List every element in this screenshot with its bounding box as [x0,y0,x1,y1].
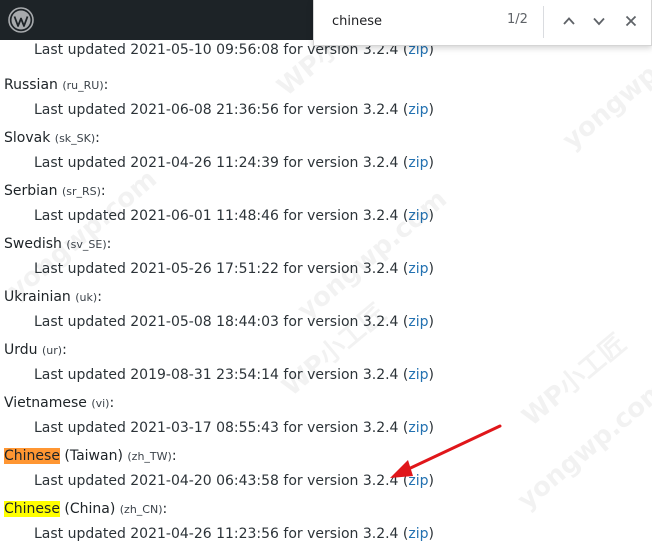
chevron-down-icon [593,17,605,26]
language-name: Urdu (ur): [4,342,67,358]
watermark: WP小工匠 [516,328,633,433]
language-code: (ru_RU) [62,79,104,92]
last-updated-text: Last updated 2019-08-31 23:54:14 for ver… [34,367,434,383]
zip-link[interactable]: zip [408,102,428,118]
language-code: (sv_SE) [66,238,107,251]
find-bar: 1/2 [313,0,652,46]
next-match-button[interactable] [587,9,611,33]
last-updated-text: Last updated 2021-06-01 11:48:46 for ver… [34,208,434,224]
annotation-arrow [390,424,502,478]
last-updated-text: Last updated 2021-06-08 21:36:56 for ver… [34,102,434,118]
language-code: (zh_TW) [127,450,172,463]
search-highlight-current: Chinese [4,448,60,464]
previous-match-button[interactable] [557,9,581,33]
language-name: Swedish (sv_SE): [4,236,112,252]
wordpress-logo-icon[interactable] [4,3,38,37]
zip-link[interactable]: zip [408,261,428,277]
language-code: (sr_RS) [61,185,101,198]
zip-link[interactable]: zip [408,208,428,224]
language-code: (vi) [91,397,110,410]
language-name: Vietnamese (vi): [4,395,115,411]
zip-link[interactable]: zip [408,155,428,171]
divider [543,6,544,38]
language-code: (zh_CN) [119,503,163,516]
language-name: Chinese (China) (zh_CN): [4,501,168,517]
language-name: Chinese (Taiwan) (zh_TW): [4,448,177,464]
last-updated-text: Last updated 2021-05-26 17:51:22 for ver… [34,261,434,277]
watermark: yongwp.com [511,374,652,516]
last-updated-text: Last updated 2021-04-26 11:23:56 for ver… [34,526,434,542]
last-updated-text: Last updated 2021-05-08 18:44:03 for ver… [34,314,434,330]
language-code: (sk_SK) [54,132,96,145]
match-count: 1/2 [507,12,528,27]
zip-link[interactable]: zip [408,314,428,330]
find-input[interactable] [332,11,502,31]
search-highlight: Chinese [4,501,60,517]
language-code: (uk) [75,291,98,304]
language-name: Serbian (sr_RS): [4,183,106,199]
language-name: Ukrainian (uk): [4,289,102,305]
last-updated-text: Last updated 2021-04-26 11:24:39 for ver… [34,155,434,171]
zip-link[interactable]: zip [408,367,428,383]
chevron-up-icon [563,17,575,25]
language-code: (ur) [41,344,63,357]
close-icon [625,15,637,27]
last-updated-text: Last updated 2021-03-17 08:55:43 for ver… [34,420,434,436]
watermark: WP小工匠 [276,298,393,403]
zip-link[interactable]: zip [408,526,428,542]
close-find-button[interactable] [619,9,643,33]
last-updated-text: Last updated 2021-04-20 06:43:58 for ver… [34,473,434,489]
language-name: Slovak (sk_SK): [4,130,100,146]
language-name: Russian (ru_RU): [4,77,109,93]
